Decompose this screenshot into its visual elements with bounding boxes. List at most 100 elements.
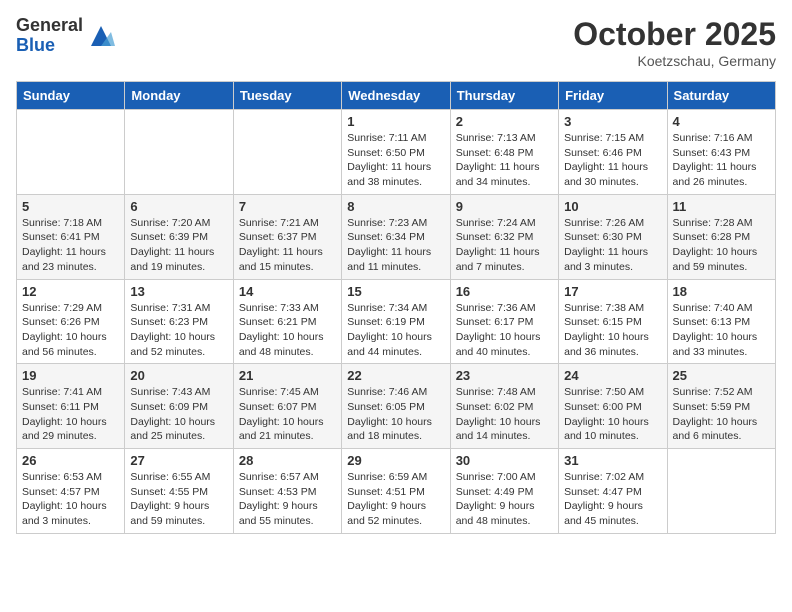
day-number: 28 [239,453,336,468]
logo-icon [87,22,115,50]
calendar-cell [17,110,125,195]
calendar-cell: 7 Sunrise: 7:21 AM Sunset: 6:37 PM Daylig… [233,194,341,279]
calendar-cell [125,110,233,195]
day-number: 19 [22,368,119,383]
day-number: 11 [673,199,770,214]
day-number: 7 [239,199,336,214]
calendar-cell: 13 Sunrise: 7:31 AM Sunset: 6:23 PM Dayli… [125,279,233,364]
calendar-cell: 3Sunrise: 7:15 AM Sunset: 6:46 PM Daylig… [559,110,667,195]
calendar-cell: 26 Sunrise: 6:53 AM Sunset: 4:57 PM Dayli… [17,449,125,534]
day-number: 3 [564,114,661,129]
day-info: Sunrise: 7:52 AM Sunset: 5:59 PM Dayligh… [673,385,770,444]
calendar-cell: 21 Sunrise: 7:45 AM Sunset: 6:07 PM Dayli… [233,364,341,449]
location: Koetzschau, Germany [573,53,776,69]
calendar-cell: 27 Sunrise: 6:55 AM Sunset: 4:55 PM Dayli… [125,449,233,534]
calendar-cell: 23 Sunrise: 7:48 AM Sunset: 6:02 PM Dayli… [450,364,558,449]
calendar-cell [233,110,341,195]
day-info: Sunrise: 7:13 AM Sunset: 6:48 PM Dayligh… [456,131,553,190]
calendar-cell: 16 Sunrise: 7:36 AM Sunset: 6:17 PM Dayli… [450,279,558,364]
day-info: Sunrise: 7:33 AM Sunset: 6:21 PM Dayligh… [239,301,336,360]
weekday-header-friday: Friday [559,82,667,110]
week-row-4: 19 Sunrise: 7:41 AM Sunset: 6:11 PM Dayli… [17,364,776,449]
day-number: 10 [564,199,661,214]
calendar-cell: 12 Sunrise: 7:29 AM Sunset: 6:26 PM Dayli… [17,279,125,364]
day-number: 27 [130,453,227,468]
day-info: Sunrise: 7:41 AM Sunset: 6:11 PM Dayligh… [22,385,119,444]
day-info: Sunrise: 7:31 AM Sunset: 6:23 PM Dayligh… [130,301,227,360]
day-number: 25 [673,368,770,383]
day-number: 5 [22,199,119,214]
day-info: Sunrise: 7:34 AM Sunset: 6:19 PM Dayligh… [347,301,444,360]
day-number: 20 [130,368,227,383]
day-info: Sunrise: 7:16 AM Sunset: 6:43 PM Dayligh… [673,131,770,190]
calendar-cell: 30 Sunrise: 7:00 AM Sunset: 4:49 PM Dayli… [450,449,558,534]
weekday-header-monday: Monday [125,82,233,110]
day-number: 30 [456,453,553,468]
day-info: Sunrise: 7:40 AM Sunset: 6:13 PM Dayligh… [673,301,770,360]
calendar-cell: 1Sunrise: 7:11 AM Sunset: 6:50 PM Daylig… [342,110,450,195]
day-info: Sunrise: 7:21 AM Sunset: 6:37 PM Dayligh… [239,216,336,275]
day-number: 8 [347,199,444,214]
day-number: 14 [239,284,336,299]
day-number: 21 [239,368,336,383]
calendar-cell: 25 Sunrise: 7:52 AM Sunset: 5:59 PM Dayli… [667,364,775,449]
day-number: 29 [347,453,444,468]
title-block: October 2025 Koetzschau, Germany [573,16,776,69]
calendar-cell: 6 Sunrise: 7:20 AM Sunset: 6:39 PM Daylig… [125,194,233,279]
day-info: Sunrise: 7:45 AM Sunset: 6:07 PM Dayligh… [239,385,336,444]
day-info: Sunrise: 7:38 AM Sunset: 6:15 PM Dayligh… [564,301,661,360]
day-number: 26 [22,453,119,468]
logo-general: General [16,16,83,36]
day-info: Sunrise: 7:46 AM Sunset: 6:05 PM Dayligh… [347,385,444,444]
day-info: Sunrise: 7:36 AM Sunset: 6:17 PM Dayligh… [456,301,553,360]
calendar-table: SundayMondayTuesdayWednesdayThursdayFrid… [16,81,776,534]
calendar-cell: 29Sunrise: 6:59 AM Sunset: 4:51 PM Dayli… [342,449,450,534]
page-header: General Blue October 2025 Koetzschau, Ge… [16,16,776,69]
day-number: 12 [22,284,119,299]
day-number: 31 [564,453,661,468]
weekday-header-thursday: Thursday [450,82,558,110]
day-number: 16 [456,284,553,299]
day-info: Sunrise: 7:50 AM Sunset: 6:00 PM Dayligh… [564,385,661,444]
day-number: 18 [673,284,770,299]
day-number: 9 [456,199,553,214]
calendar-cell: 31 Sunrise: 7:02 AM Sunset: 4:47 PM Dayli… [559,449,667,534]
calendar-cell: 10Sunrise: 7:26 AM Sunset: 6:30 PM Dayli… [559,194,667,279]
day-number: 13 [130,284,227,299]
calendar-cell: 22Sunrise: 7:46 AM Sunset: 6:05 PM Dayli… [342,364,450,449]
day-info: Sunrise: 6:55 AM Sunset: 4:55 PM Dayligh… [130,470,227,529]
logo-text: General Blue [16,16,83,56]
day-info: Sunrise: 7:43 AM Sunset: 6:09 PM Dayligh… [130,385,227,444]
day-info: Sunrise: 7:02 AM Sunset: 4:47 PM Dayligh… [564,470,661,529]
calendar-cell: 15 Sunrise: 7:34 AM Sunset: 6:19 PM Dayli… [342,279,450,364]
logo-blue: Blue [16,36,83,56]
day-info: Sunrise: 7:48 AM Sunset: 6:02 PM Dayligh… [456,385,553,444]
logo: General Blue [16,16,115,56]
day-number: 2 [456,114,553,129]
day-info: Sunrise: 7:00 AM Sunset: 4:49 PM Dayligh… [456,470,553,529]
calendar-cell: 8Sunrise: 7:23 AM Sunset: 6:34 PM Daylig… [342,194,450,279]
calendar-cell: 9 Sunrise: 7:24 AM Sunset: 6:32 PM Daylig… [450,194,558,279]
day-info: Sunrise: 6:57 AM Sunset: 4:53 PM Dayligh… [239,470,336,529]
day-number: 15 [347,284,444,299]
day-info: Sunrise: 7:11 AM Sunset: 6:50 PM Dayligh… [347,131,444,190]
day-info: Sunrise: 7:28 AM Sunset: 6:28 PM Dayligh… [673,216,770,275]
week-row-5: 26 Sunrise: 6:53 AM Sunset: 4:57 PM Dayli… [17,449,776,534]
calendar-cell [667,449,775,534]
day-info: Sunrise: 7:24 AM Sunset: 6:32 PM Dayligh… [456,216,553,275]
calendar-cell: 17Sunrise: 7:38 AM Sunset: 6:15 PM Dayli… [559,279,667,364]
day-info: Sunrise: 7:20 AM Sunset: 6:39 PM Dayligh… [130,216,227,275]
calendar-cell: 4Sunrise: 7:16 AM Sunset: 6:43 PM Daylig… [667,110,775,195]
calendar-cell: 18 Sunrise: 7:40 AM Sunset: 6:13 PM Dayli… [667,279,775,364]
calendar-cell: 28 Sunrise: 6:57 AM Sunset: 4:53 PM Dayli… [233,449,341,534]
week-row-3: 12 Sunrise: 7:29 AM Sunset: 6:26 PM Dayli… [17,279,776,364]
weekday-header-tuesday: Tuesday [233,82,341,110]
calendar-cell: 24Sunrise: 7:50 AM Sunset: 6:00 PM Dayli… [559,364,667,449]
day-info: Sunrise: 6:53 AM Sunset: 4:57 PM Dayligh… [22,470,119,529]
day-info: Sunrise: 7:29 AM Sunset: 6:26 PM Dayligh… [22,301,119,360]
day-number: 6 [130,199,227,214]
week-row-1: 1Sunrise: 7:11 AM Sunset: 6:50 PM Daylig… [17,110,776,195]
day-number: 23 [456,368,553,383]
calendar-cell: 11 Sunrise: 7:28 AM Sunset: 6:28 PM Dayli… [667,194,775,279]
weekday-header-saturday: Saturday [667,82,775,110]
